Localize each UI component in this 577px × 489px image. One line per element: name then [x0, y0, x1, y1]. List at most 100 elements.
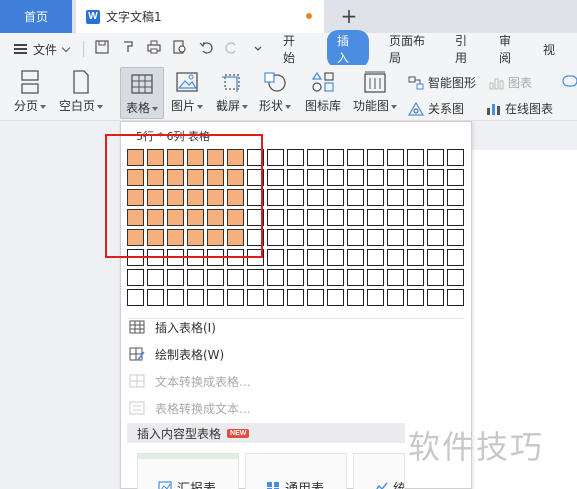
grid-cell[interactable] — [447, 249, 464, 266]
grid-cell[interactable] — [407, 249, 424, 266]
grid-cell[interactable] — [367, 169, 384, 186]
grid-cell[interactable] — [327, 149, 344, 166]
print-preview-icon[interactable] — [172, 40, 188, 58]
grid-cell[interactable] — [387, 169, 404, 186]
grid-cell[interactable] — [167, 289, 184, 306]
grid-cell[interactable] — [307, 169, 324, 186]
tab-review[interactable]: 审阅 — [499, 32, 521, 66]
template-card-stats[interactable]: 统 — [353, 453, 405, 489]
grid-cell[interactable] — [267, 229, 284, 246]
grid-cell[interactable] — [187, 289, 204, 306]
grid-cell[interactable] — [387, 149, 404, 166]
grid-cell[interactable] — [287, 289, 304, 306]
grid-cell[interactable] — [187, 269, 204, 286]
chart-button[interactable]: 图表 — [488, 74, 532, 91]
grid-cell[interactable] — [327, 249, 344, 266]
grid-cell[interactable] — [347, 209, 364, 226]
grid-cell[interactable] — [347, 169, 364, 186]
screenshot-button[interactable]: 截屏 — [212, 69, 252, 114]
grid-cell[interactable] — [147, 289, 164, 306]
grid-cell[interactable] — [307, 289, 324, 306]
grid-cell[interactable] — [387, 229, 404, 246]
insert-table-item[interactable]: 插入表格(I) — [129, 316, 216, 338]
function-chart-button[interactable]: 功能图 — [350, 69, 400, 114]
grid-cell[interactable] — [327, 289, 344, 306]
grid-cell[interactable] — [427, 289, 444, 306]
grid-cell[interactable] — [367, 209, 384, 226]
table-to-text-item[interactable]: 表格转换成文本... — [129, 397, 250, 419]
grid-cell[interactable] — [307, 249, 324, 266]
grid-cell[interactable] — [307, 149, 324, 166]
grid-cell[interactable] — [247, 269, 264, 286]
grid-cell[interactable] — [267, 189, 284, 206]
grid-cell[interactable] — [267, 249, 284, 266]
grid-cell[interactable] — [427, 249, 444, 266]
grid-cell[interactable] — [407, 229, 424, 246]
file-menu-button[interactable]: 文件 — [14, 41, 71, 58]
grid-cell[interactable] — [347, 289, 364, 306]
grid-cell[interactable] — [387, 289, 404, 306]
redo-icon[interactable] — [224, 40, 240, 58]
more-tools-icon[interactable] — [562, 74, 577, 88]
grid-cell[interactable] — [287, 189, 304, 206]
grid-cell[interactable] — [447, 289, 464, 306]
grid-cell[interactable] — [427, 209, 444, 226]
grid-cell[interactable] — [307, 209, 324, 226]
grid-cell[interactable] — [287, 169, 304, 186]
document-tab[interactable]: W 文字文稿1 — [76, 0, 324, 33]
grid-cell[interactable] — [267, 169, 284, 186]
grid-cell[interactable] — [207, 289, 224, 306]
grid-cell[interactable] — [307, 229, 324, 246]
grid-cell[interactable] — [287, 249, 304, 266]
grid-cell[interactable] — [407, 209, 424, 226]
grid-cell[interactable] — [307, 189, 324, 206]
text-to-table-item[interactable]: 文本转换成表格... — [129, 370, 250, 392]
grid-cell[interactable] — [407, 269, 424, 286]
grid-cell[interactable] — [387, 269, 404, 286]
template-card-report[interactable]: 汇报表 — [137, 453, 239, 489]
grid-cell[interactable] — [227, 289, 244, 306]
grid-cell[interactable] — [267, 269, 284, 286]
grid-cell[interactable] — [447, 269, 464, 286]
grid-cell[interactable] — [427, 169, 444, 186]
smart-art-button[interactable]: 智能图形 — [408, 74, 476, 91]
new-tab-button[interactable]: + — [338, 4, 360, 28]
grid-cell[interactable] — [367, 229, 384, 246]
grid-cell[interactable] — [447, 149, 464, 166]
grid-cell[interactable] — [367, 269, 384, 286]
grid-cell[interactable] — [367, 289, 384, 306]
save-icon[interactable] — [94, 40, 110, 58]
grid-cell[interactable] — [427, 269, 444, 286]
grid-cell[interactable] — [227, 269, 244, 286]
grid-cell[interactable] — [387, 249, 404, 266]
blank-page-button[interactable]: 空白页 — [56, 69, 106, 114]
draw-table-item[interactable]: 绘制表格(W) — [129, 343, 224, 365]
grid-cell[interactable] — [127, 269, 144, 286]
grid-cell[interactable] — [147, 269, 164, 286]
grid-cell[interactable] — [127, 289, 144, 306]
grid-cell[interactable] — [407, 169, 424, 186]
grid-cell[interactable] — [347, 149, 364, 166]
grid-cell[interactable] — [347, 269, 364, 286]
print-icon[interactable] — [146, 40, 162, 58]
grid-cell[interactable] — [287, 209, 304, 226]
grid-cell[interactable] — [427, 149, 444, 166]
grid-cell[interactable] — [347, 189, 364, 206]
picture-button[interactable]: 图片 — [168, 69, 206, 114]
tab-references[interactable]: 引用 — [455, 32, 477, 66]
grid-cell[interactable] — [367, 189, 384, 206]
grid-cell[interactable] — [427, 229, 444, 246]
tab-view[interactable]: 视 — [543, 41, 555, 58]
grid-cell[interactable] — [447, 209, 464, 226]
online-chart-button[interactable]: 在线图表 — [485, 100, 553, 117]
grid-cell[interactable] — [407, 189, 424, 206]
grid-cell[interactable] — [247, 289, 264, 306]
grid-cell[interactable] — [167, 269, 184, 286]
undo-icon[interactable] — [198, 40, 214, 58]
grid-cell[interactable] — [347, 249, 364, 266]
home-tab[interactable]: 首页 — [0, 0, 72, 33]
relation-map-button[interactable]: 关系图 — [407, 100, 464, 117]
grid-cell[interactable] — [327, 269, 344, 286]
grid-cell[interactable] — [267, 209, 284, 226]
grid-cell[interactable] — [287, 269, 304, 286]
